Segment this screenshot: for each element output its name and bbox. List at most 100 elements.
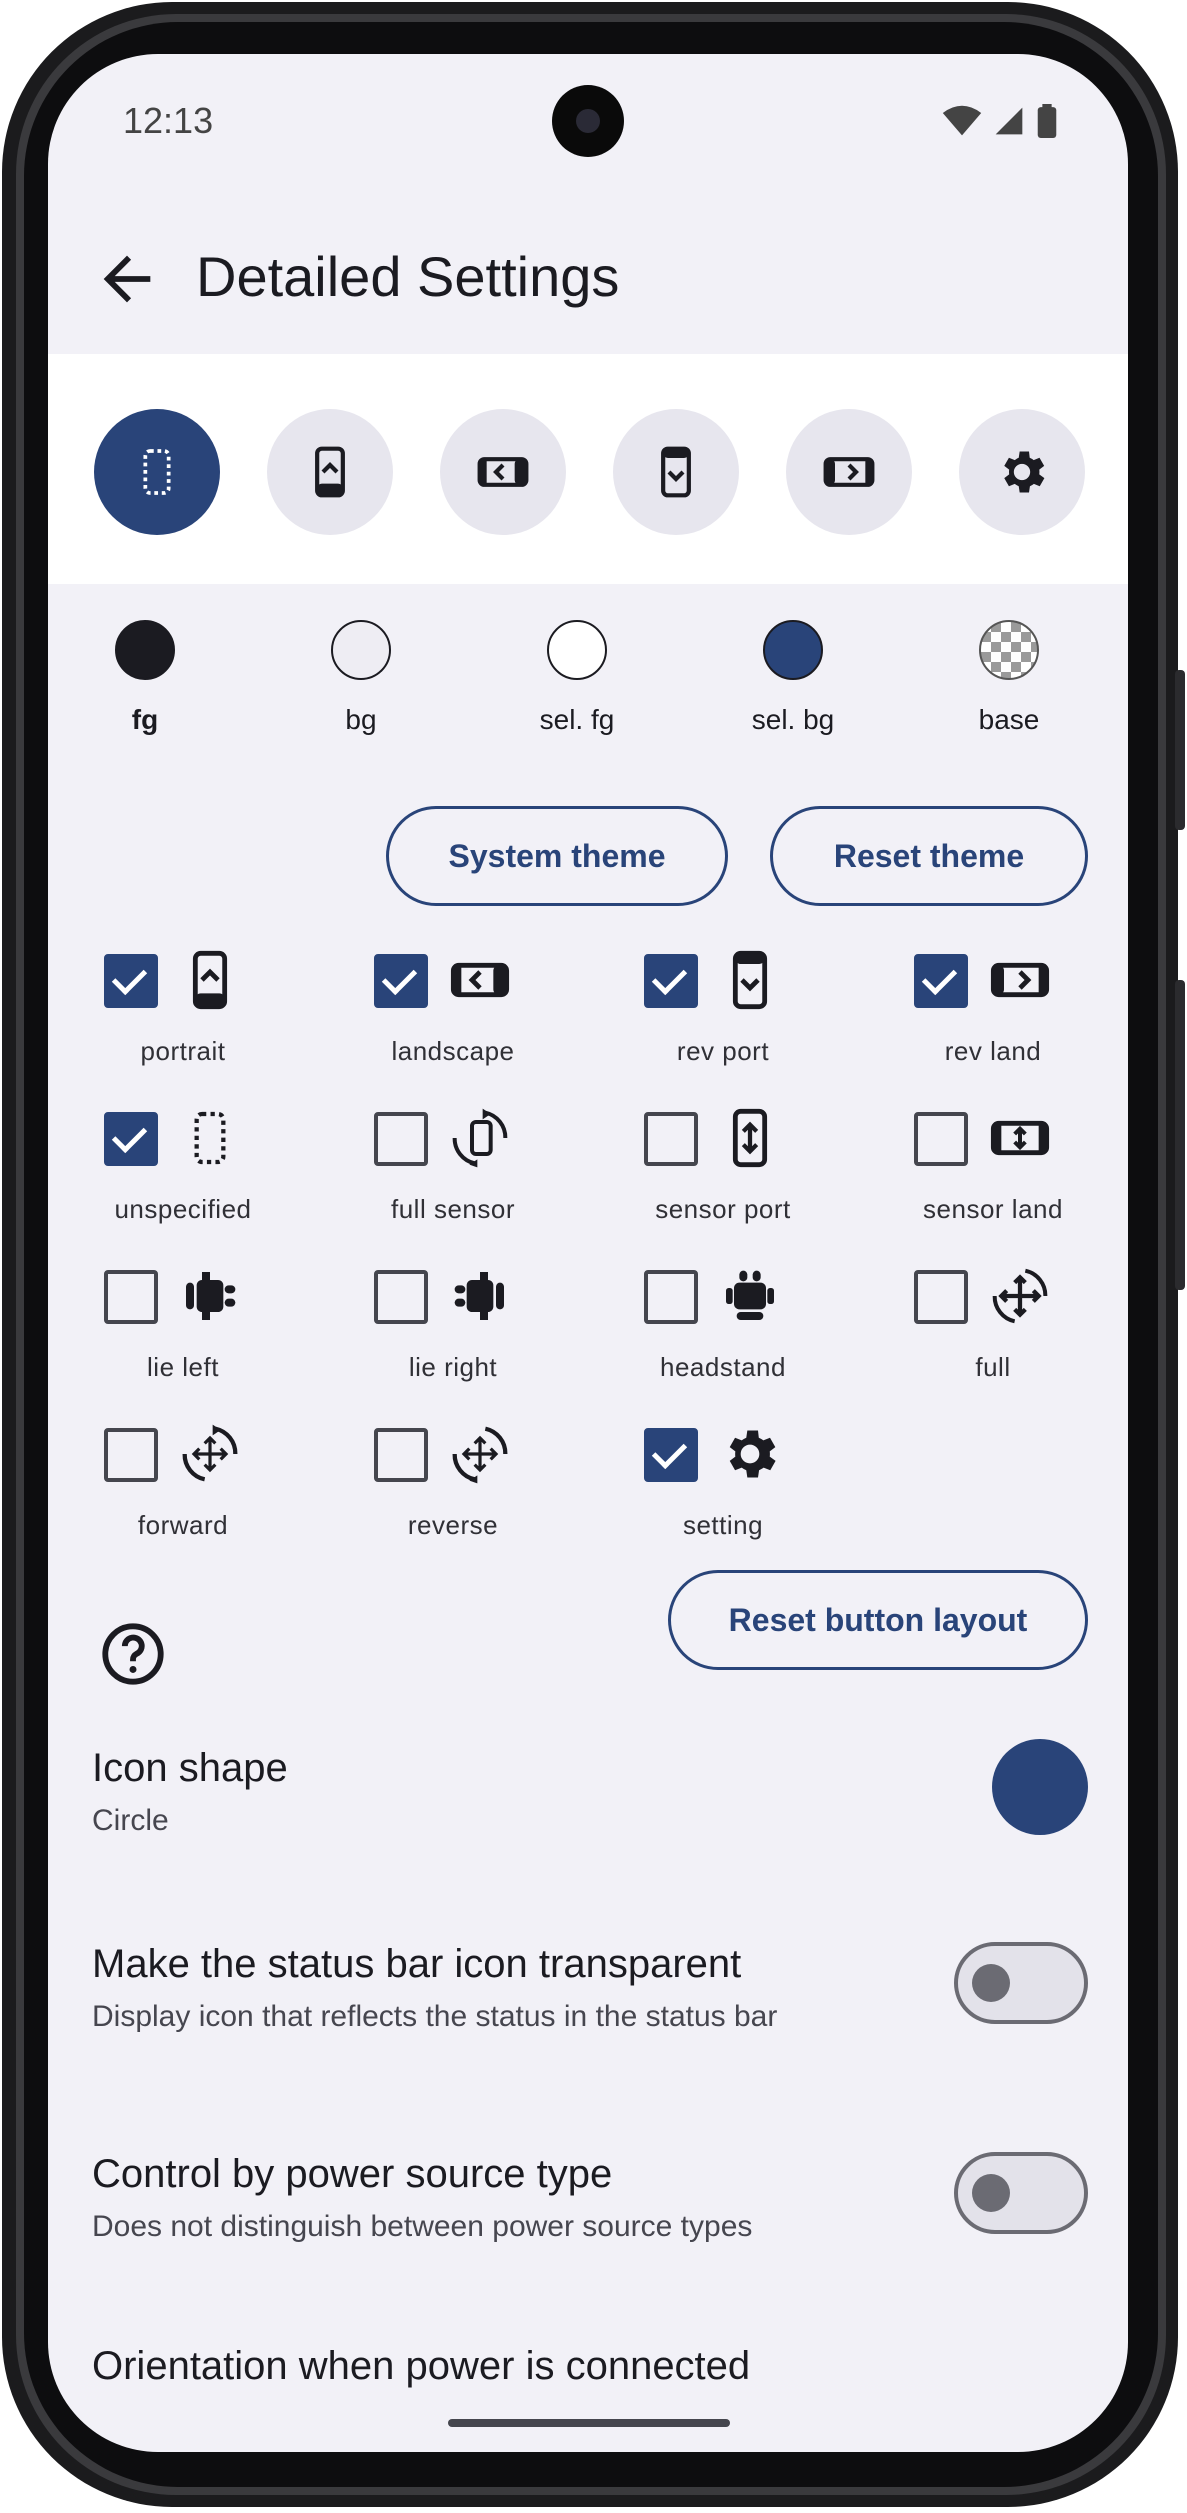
checkbox-full-sensor[interactable] (374, 1112, 428, 1166)
screen: 12:13 Detailed Settings fg bg sel. fg se… (48, 54, 1128, 2452)
checkbox-full[interactable] (914, 1270, 968, 1324)
icon-shape-preview[interactable] (992, 1739, 1088, 1835)
orientation-label: sensor land (923, 1194, 1063, 1224)
move-rotate-reverse-icon (452, 1426, 508, 1484)
orientation-item: lie left (48, 1270, 318, 1420)
orientation-button-bar (48, 354, 1128, 584)
landscape-icon (450, 962, 510, 998)
orientation-item: rev port (588, 950, 858, 1104)
orient-button-landscape[interactable] (440, 409, 566, 535)
sensor-portrait-icon (732, 1108, 768, 1168)
orientation-item: setting (588, 1428, 858, 1578)
sensor-landscape-icon (990, 1120, 1050, 1156)
swatch-fg[interactable]: fg (60, 620, 230, 736)
rotate-icon (452, 1108, 508, 1168)
reverse-landscape-icon (990, 962, 1050, 998)
checkbox-portrait[interactable] (104, 954, 158, 1008)
color-swatches: fg bg sel. fg sel. bg base (48, 620, 1128, 820)
reset-button-layout-button[interactable]: Reset button layout (668, 1570, 1088, 1670)
swatch-sel-bg[interactable]: sel. bg (708, 620, 878, 736)
move-rotate-forward-icon (182, 1424, 238, 1482)
orientation-label: sensor port (655, 1194, 791, 1224)
checkbox-sensor-port[interactable] (644, 1112, 698, 1166)
pref-power-orientation[interactable]: Orientation when power is connected (48, 2344, 1128, 2424)
orientation-item: sensor land (858, 1112, 1128, 1262)
android-headstand-icon (726, 1270, 774, 1320)
orientation-item: forward (48, 1424, 318, 1578)
status-bar-transparent-switch[interactable] (954, 1942, 1088, 2024)
checkbox-forward[interactable] (104, 1428, 158, 1482)
swatch-label: base (978, 704, 1040, 735)
back-arrow-icon[interactable] (92, 244, 162, 314)
swatch-bg-color (331, 620, 391, 680)
orientation-item: unspecified (48, 1111, 318, 1262)
android-lie-right-icon (454, 1272, 504, 1320)
swatch-label: sel. fg (539, 704, 615, 735)
pref-title: Icon shape (92, 1746, 288, 1790)
orientation-label: headstand (660, 1352, 786, 1382)
orientation-label: reverse (407, 1510, 499, 1540)
front-camera (552, 85, 624, 157)
reverse-portrait-icon (661, 446, 691, 498)
orientation-label: setting (682, 1510, 764, 1540)
swatch-bg[interactable]: bg (276, 620, 446, 736)
checkbox-lie-right[interactable] (374, 1270, 428, 1324)
checkbox-sensor-land[interactable] (914, 1112, 968, 1166)
checkbox-rev-land[interactable] (914, 954, 968, 1008)
android-lie-left-icon (186, 1272, 236, 1320)
cell-signal-icon (995, 107, 1023, 135)
pref-title: Make the status bar icon transparent (92, 1942, 742, 1986)
pref-icon-shape[interactable]: Icon shape Circle (48, 1734, 1128, 1844)
reverse-landscape-icon (823, 457, 875, 487)
checkbox-headstand[interactable] (644, 1270, 698, 1324)
pref-summary: Circle (92, 1804, 169, 1837)
pref-title: Control by power source type (92, 2152, 613, 2196)
pref-title: Orientation when power is connected (92, 2344, 751, 2388)
checkbox-unspecified[interactable] (104, 1112, 158, 1166)
orientation-label: full (975, 1352, 1011, 1382)
status-icons (942, 104, 1058, 138)
gesture-nav-handle[interactable] (448, 2419, 730, 2427)
power-button (1175, 980, 1185, 1290)
gear-icon (729, 1430, 776, 1478)
portrait-icon (192, 950, 228, 1010)
orientation-label: full sensor (391, 1194, 515, 1224)
checkbox-rev-port[interactable] (644, 954, 698, 1008)
orientation-label: lie right (408, 1352, 498, 1382)
status-time: 12:13 (123, 100, 214, 141)
checkbox-landscape[interactable] (374, 954, 428, 1008)
checkbox-reverse[interactable] (374, 1428, 428, 1482)
unspecified-icon (194, 1111, 226, 1165)
app-bar: Detailed Settings (48, 214, 1128, 344)
page-title: Detailed Settings (196, 245, 620, 308)
orientation-label: forward (137, 1510, 229, 1540)
orientation-item: sensor port (588, 1108, 858, 1262)
swatch-sel-fg-color (547, 620, 607, 680)
reset-theme-button[interactable]: Reset theme (770, 806, 1088, 906)
gear-icon (1004, 451, 1045, 493)
status-bar: 12:13 (48, 54, 1128, 184)
system-theme-button[interactable]: System theme (386, 806, 728, 906)
swatch-base[interactable]: base (924, 620, 1094, 736)
orientation-item: rev land (858, 954, 1128, 1104)
orientation-label: portrait (140, 1036, 226, 1066)
volume-button (1175, 670, 1185, 830)
orient-button-portrait[interactable] (267, 409, 393, 535)
pref-summary: Display icon that reflects the status in… (92, 2000, 778, 2033)
orientation-item: landscape (318, 954, 588, 1104)
checkbox-lie-left[interactable] (104, 1270, 158, 1324)
power-source-switch[interactable] (954, 2152, 1088, 2234)
orientation-item: reverse (318, 1426, 588, 1578)
swatch-fg-color (115, 620, 175, 680)
orient-button-unspecified[interactable] (94, 409, 220, 535)
orient-button-setting[interactable] (959, 409, 1085, 535)
orientation-label: unspecified (114, 1194, 252, 1224)
checkbox-setting[interactable] (644, 1428, 698, 1482)
battery-icon (1037, 104, 1057, 138)
reverse-portrait-icon (732, 950, 768, 1010)
help-icon[interactable] (98, 1619, 168, 1689)
orient-button-rev-port[interactable] (613, 409, 739, 535)
orient-button-rev-land[interactable] (786, 409, 912, 535)
orientation-item: portrait (48, 950, 318, 1104)
swatch-sel-fg[interactable]: sel. fg (492, 620, 662, 736)
